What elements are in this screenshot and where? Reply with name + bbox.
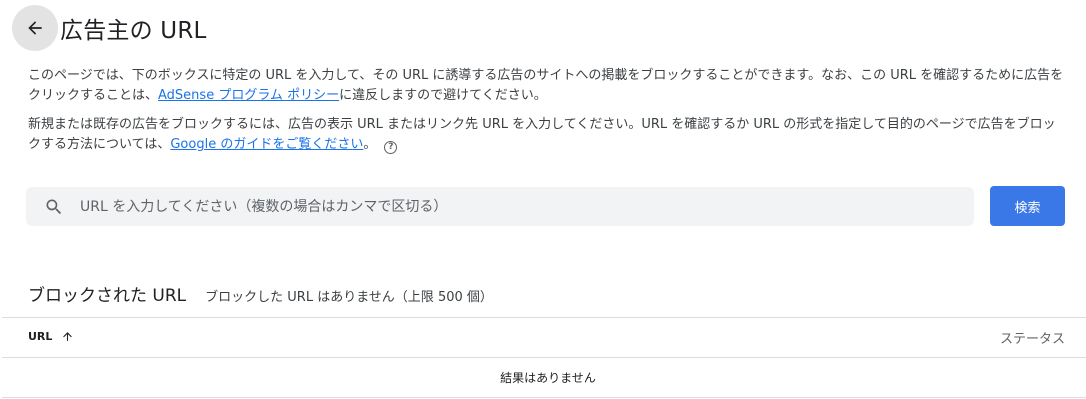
description-tail: 。: [363, 137, 377, 152]
search-box[interactable]: [26, 187, 974, 226]
help-circle-icon[interactable]: ?: [384, 140, 398, 154]
table-divider: [2, 397, 1086, 398]
column-header-status[interactable]: ステータス: [1000, 328, 1065, 347]
arrow-back-icon: [28, 21, 42, 35]
back-button[interactable]: [12, 5, 58, 51]
description-paragraph-1: このページでは、下のボックスに特定の URL を入力して、その URL に誘導す…: [28, 66, 1068, 106]
column-header-url[interactable]: URL: [28, 330, 74, 343]
search-button[interactable]: 検索: [990, 186, 1065, 226]
blocked-url-title: ブロックされた URL: [28, 286, 187, 306]
table-divider: [2, 317, 1086, 318]
adsense-policy-link[interactable]: AdSense プログラム ポリシー: [158, 88, 339, 103]
google-guide-link[interactable]: Google のガイドをご覧ください: [170, 137, 363, 152]
description-paragraph-2: 新規または既存の広告をブロックするには、広告の表示 URL またはリンク先 UR…: [28, 115, 1068, 155]
blocked-url-header: ブロックされた URL ブロックした URL はありません（上限 500 個）: [28, 281, 493, 306]
page: 広告主の URL このページでは、下のボックスに特定の URL を入力して、その…: [0, 0, 1086, 399]
empty-results-message: 結果はありません: [500, 371, 596, 385]
page-title: 広告主の URL: [60, 18, 207, 44]
search-icon: [46, 199, 62, 214]
url-search-input[interactable]: [80, 187, 974, 226]
table-divider: [2, 357, 1086, 358]
page-header: 広告主の URL: [12, 5, 207, 51]
column-header-label: URL: [28, 330, 53, 343]
description-tail: に違反しますので避けてください。: [339, 88, 547, 103]
arrow-up-icon: [63, 332, 73, 341]
blocked-url-count: ブロックした URL はありません（上限 500 個）: [205, 290, 493, 305]
